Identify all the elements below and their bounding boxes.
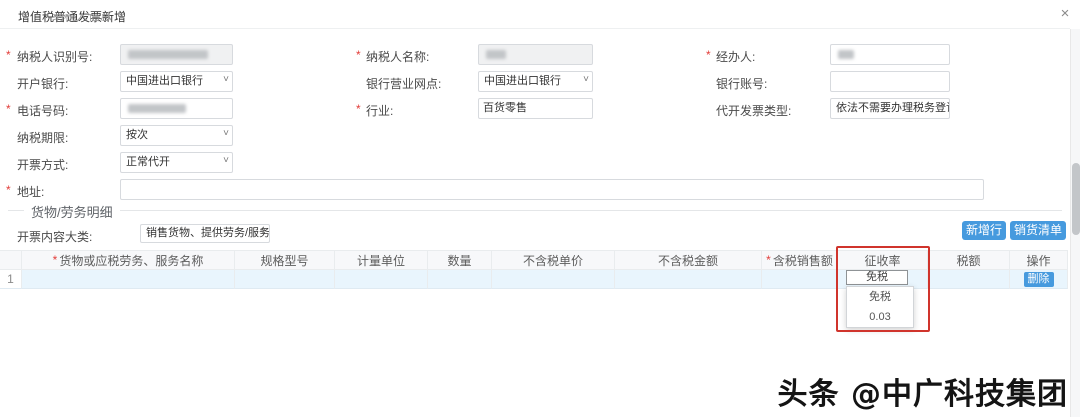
required-marker: *: [6, 183, 11, 197]
clipped-section-label: 纳税人信息: [52, 14, 113, 23]
scrollbar-thumb[interactable]: [1072, 163, 1080, 235]
watermark-text: 头条 @中广科技集团: [777, 377, 1068, 412]
rate-option-exempt[interactable]: 免税: [847, 287, 913, 307]
spec-cell[interactable]: [235, 270, 335, 289]
levy-rate-select[interactable]: 免税: [846, 270, 908, 285]
chevron-down-icon: ˅: [223, 155, 229, 166]
header-divider: [0, 28, 1070, 29]
col-amount: 不含税金额: [615, 251, 762, 269]
section-legend: 货物/劳务明细: [24, 202, 120, 221]
col-operation: 操作: [1010, 251, 1068, 269]
field-label: 地址:: [17, 185, 45, 199]
amount-cell[interactable]: [615, 270, 762, 289]
add-row-button[interactable]: 新增行: [962, 221, 1006, 240]
goods-name-cell[interactable]: [22, 270, 235, 289]
chevron-down-icon: ˅: [940, 101, 946, 112]
field-tax-period: 纳税期限: 按次 ˅: [0, 125, 1070, 146]
field-label: 开票方式:: [17, 158, 69, 172]
levy-rate-dropdown: 免税 0.03: [846, 286, 914, 328]
field-handler: * 经办人:: [0, 44, 1070, 65]
chevron-down-icon: ˅: [223, 128, 229, 139]
col-tax: 税额: [928, 251, 1010, 269]
col-index: [0, 251, 22, 269]
close-icon[interactable]: ×: [1056, 5, 1074, 23]
col-spec: 规格型号: [235, 251, 335, 269]
field-invoice-type: 代开发票类型: 依法不需要办理税务登记证˅: [0, 98, 1070, 119]
field-label: 银行账号:: [716, 77, 768, 91]
field-label: 经办人:: [716, 50, 756, 64]
field-address: * 地址:: [0, 179, 1070, 200]
address-input[interactable]: [120, 179, 984, 200]
field-label: 代开发票类型:: [716, 104, 792, 118]
operation-cell: 删除: [1010, 270, 1068, 289]
table-header-row: * 货物或应税劳务、服务名称 规格型号 计量单位 数量 不含税单价 不含税金额 *…: [0, 250, 1068, 270]
tax-cell: [928, 270, 1010, 289]
field-issue-mode: 开票方式: 正常代开 ˅: [0, 152, 1070, 173]
col-unit: 计量单位: [335, 251, 428, 269]
col-tax-incl-amount: * 含税销售额: [762, 251, 838, 269]
field-bank-account: 银行账号:: [0, 71, 1070, 92]
col-goods-name: * 货物或应税劳务、服务名称: [22, 251, 235, 269]
category-select[interactable]: 销售货物、提供劳务/服务 ˅: [140, 224, 270, 243]
col-levy-rate: 征收率: [838, 251, 928, 269]
unit-price-cell[interactable]: [492, 270, 615, 289]
category-label: 开票内容大类:: [17, 230, 93, 244]
invoice-modal: 增值税普通发票新增 × 纳税人信息 * 纳税人识别号: * 纳税人名称: * 经…: [0, 0, 1080, 417]
chevron-down-icon: ˅: [260, 226, 266, 237]
rate-option-003[interactable]: 0.03: [847, 307, 913, 327]
redacted-value: [838, 50, 854, 59]
invoice-type-select[interactable]: 依法不需要办理税务登记证˅: [830, 98, 950, 119]
col-quantity: 数量: [428, 251, 492, 269]
tax-incl-amount-cell[interactable]: [762, 270, 838, 289]
delete-button[interactable]: 删除: [1023, 271, 1054, 287]
col-unit-price: 不含税单价: [492, 251, 615, 269]
section-divider: [8, 210, 1062, 211]
field-label: 纳税期限:: [17, 131, 69, 145]
required-marker: *: [706, 48, 711, 62]
sales-list-button[interactable]: 销货清单: [1010, 221, 1066, 240]
vertical-scrollbar: [1070, 29, 1080, 417]
quantity-cell[interactable]: [428, 270, 492, 289]
row-index: 1: [0, 270, 22, 289]
unit-cell[interactable]: [335, 270, 428, 289]
tax-period-select[interactable]: 按次 ˅: [120, 125, 233, 146]
handler-input[interactable]: [830, 44, 950, 65]
bank-account-input[interactable]: [830, 71, 950, 92]
issue-mode-select[interactable]: 正常代开 ˅: [120, 152, 233, 173]
